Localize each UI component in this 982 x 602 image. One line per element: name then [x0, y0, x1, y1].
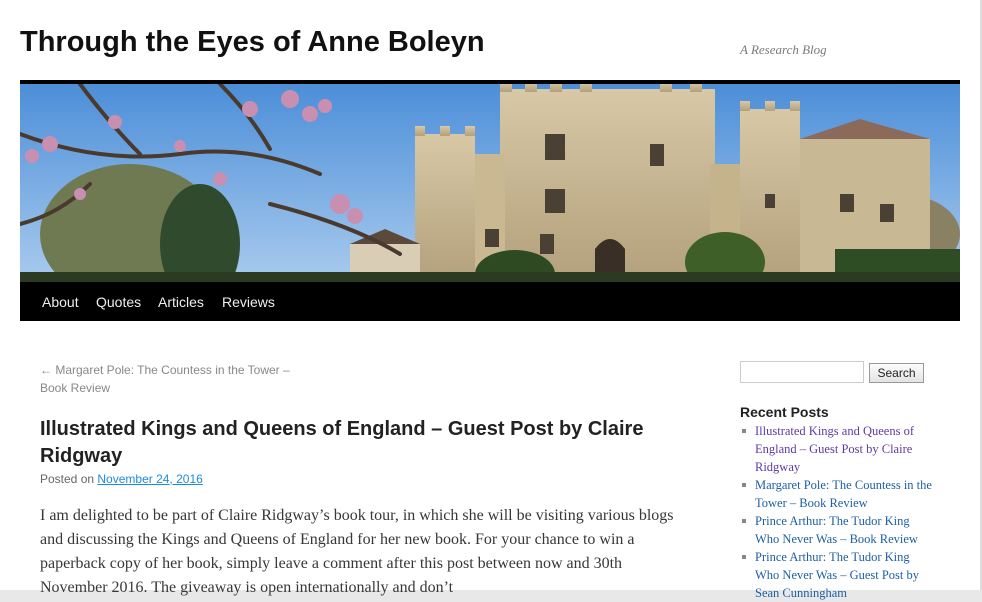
recent-post-link[interactable]: Prince Arthur: The Tudor King Who Never …	[755, 514, 918, 546]
search-input[interactable]	[740, 361, 864, 383]
nav-item-articles[interactable]: Articles	[158, 294, 204, 310]
bullet-icon	[742, 429, 746, 433]
site-description: A Research Blog	[740, 42, 827, 57]
recent-post-link[interactable]: Illustrated Kings and Queens of England …	[755, 424, 914, 474]
bullet-icon	[742, 555, 746, 559]
posted-on-label: Posted on	[40, 472, 95, 486]
list-item[interactable]: Illustrated Kings and Queens of England …	[742, 422, 934, 476]
list-item[interactable]: Margaret Pole: The Countess in the Tower…	[742, 476, 934, 512]
recent-post-link[interactable]: Margaret Pole: The Countess in the Tower…	[755, 478, 932, 510]
list-item[interactable]: Prince Arthur: The Tudor King Who Never …	[742, 548, 934, 602]
recent-posts-title: Recent Posts	[740, 404, 829, 420]
header-banner-image	[20, 84, 960, 282]
nav-item-about[interactable]: About	[42, 294, 79, 310]
post-meta: Posted on November 24, 2016	[40, 472, 203, 486]
main-navigation: About Quotes Articles Reviews	[20, 282, 960, 321]
bullet-icon	[742, 519, 746, 523]
post-content: I am delighted to be part of Claire Ridg…	[40, 507, 674, 596]
post-title[interactable]: Illustrated Kings and Queens of England …	[40, 416, 650, 470]
list-item[interactable]: Prince Arthur: The Tudor King Who Never …	[742, 512, 934, 548]
site-title[interactable]: Through the Eyes of Anne Boleyn	[20, 26, 485, 59]
recent-post-link[interactable]: Prince Arthur: The Tudor King Who Never …	[755, 550, 919, 600]
nav-item-reviews[interactable]: Reviews	[222, 294, 275, 310]
bullet-icon	[742, 483, 746, 487]
search-button[interactable]: Search	[869, 363, 924, 383]
previous-post-link[interactable]: ← Margaret Pole: The Countess in the Tow…	[40, 361, 302, 397]
nav-item-quotes[interactable]: Quotes	[96, 294, 141, 310]
page: Through the Eyes of Anne Boleyn A Resear…	[0, 0, 980, 600]
post-date-link[interactable]: November 24, 2016	[97, 472, 202, 486]
recent-posts-list: Illustrated Kings and Queens of England …	[742, 422, 934, 602]
